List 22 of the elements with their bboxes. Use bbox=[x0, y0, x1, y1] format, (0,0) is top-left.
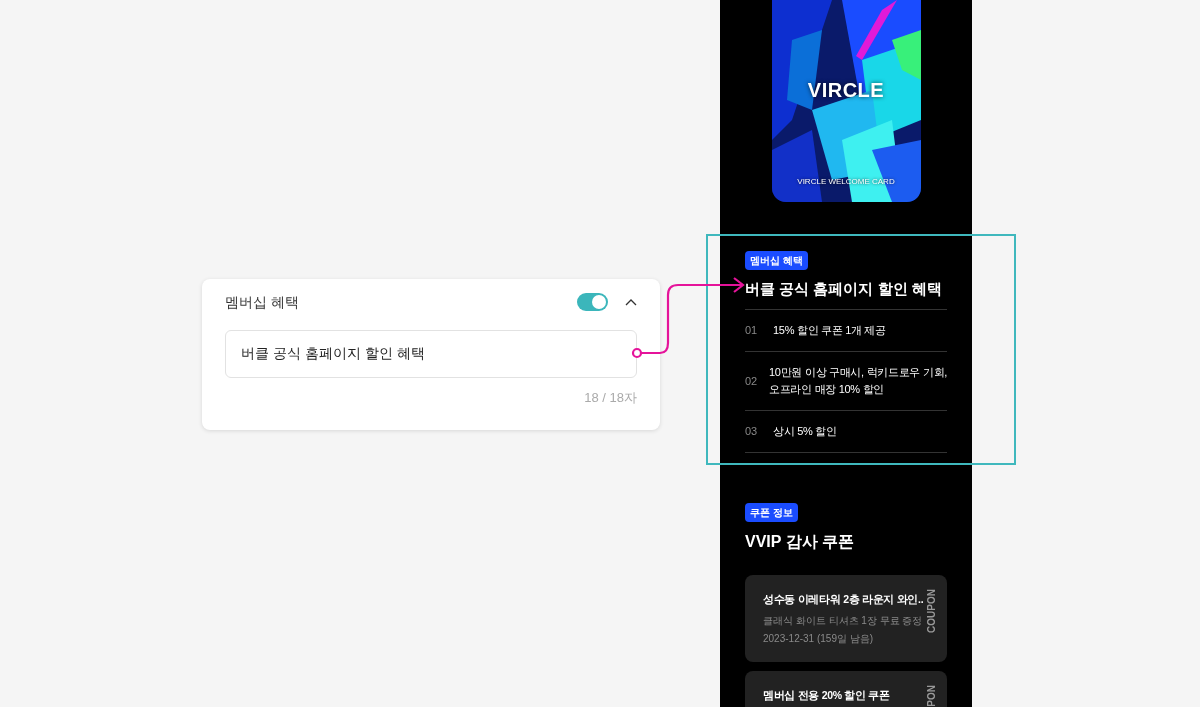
section-title: VVIP 감사 쿠폰 bbox=[745, 532, 856, 552]
section-badge: 쿠폰 정보 bbox=[745, 503, 798, 522]
item-number: 02 bbox=[745, 373, 759, 389]
benefit-text: 상시 5% 할인 bbox=[773, 424, 837, 439]
coupon-tag: PON bbox=[924, 685, 939, 707]
benefit-text: 10만원 이상 구매시, 럭키드로우 기회, 오프라인 매장 10% 할인 bbox=[769, 365, 947, 397]
section-title: 버클 공식 홈페이지 할인 혜택 bbox=[745, 279, 943, 299]
section-badge: 멤버십 혜택 bbox=[745, 251, 808, 270]
coupon-card[interactable]: 멤버십 전용 20% 할인 쿠폰 PON bbox=[745, 671, 947, 707]
chevron-icon[interactable] bbox=[625, 298, 637, 306]
character-counter: 18 / 18자 bbox=[584, 389, 637, 407]
coupon-expiry: 2023-12-31 (159일 남음) bbox=[763, 631, 875, 646]
benefit-text: 15% 할인 쿠폰 1개 제공 bbox=[773, 323, 886, 338]
input-field[interactable]: 버클 공식 홈페이지 할인 혜택 bbox=[225, 330, 637, 378]
item-number: 01 bbox=[745, 323, 759, 339]
coupon-tag: COUPON bbox=[924, 589, 939, 633]
section-label: 멤버십 혜택 bbox=[225, 292, 299, 312]
coupon-title: 성수동 이레타워 2층 라운지 와인.. bbox=[763, 592, 925, 607]
toggle-switch[interactable] bbox=[577, 293, 608, 311]
coupon-description: 클래식 화이트 티셔츠 1장 무료 증정 bbox=[763, 613, 924, 628]
item-number: 03 bbox=[745, 424, 759, 440]
coupon-title: 멤버십 전용 20% 할인 쿠폰 bbox=[763, 688, 891, 703]
